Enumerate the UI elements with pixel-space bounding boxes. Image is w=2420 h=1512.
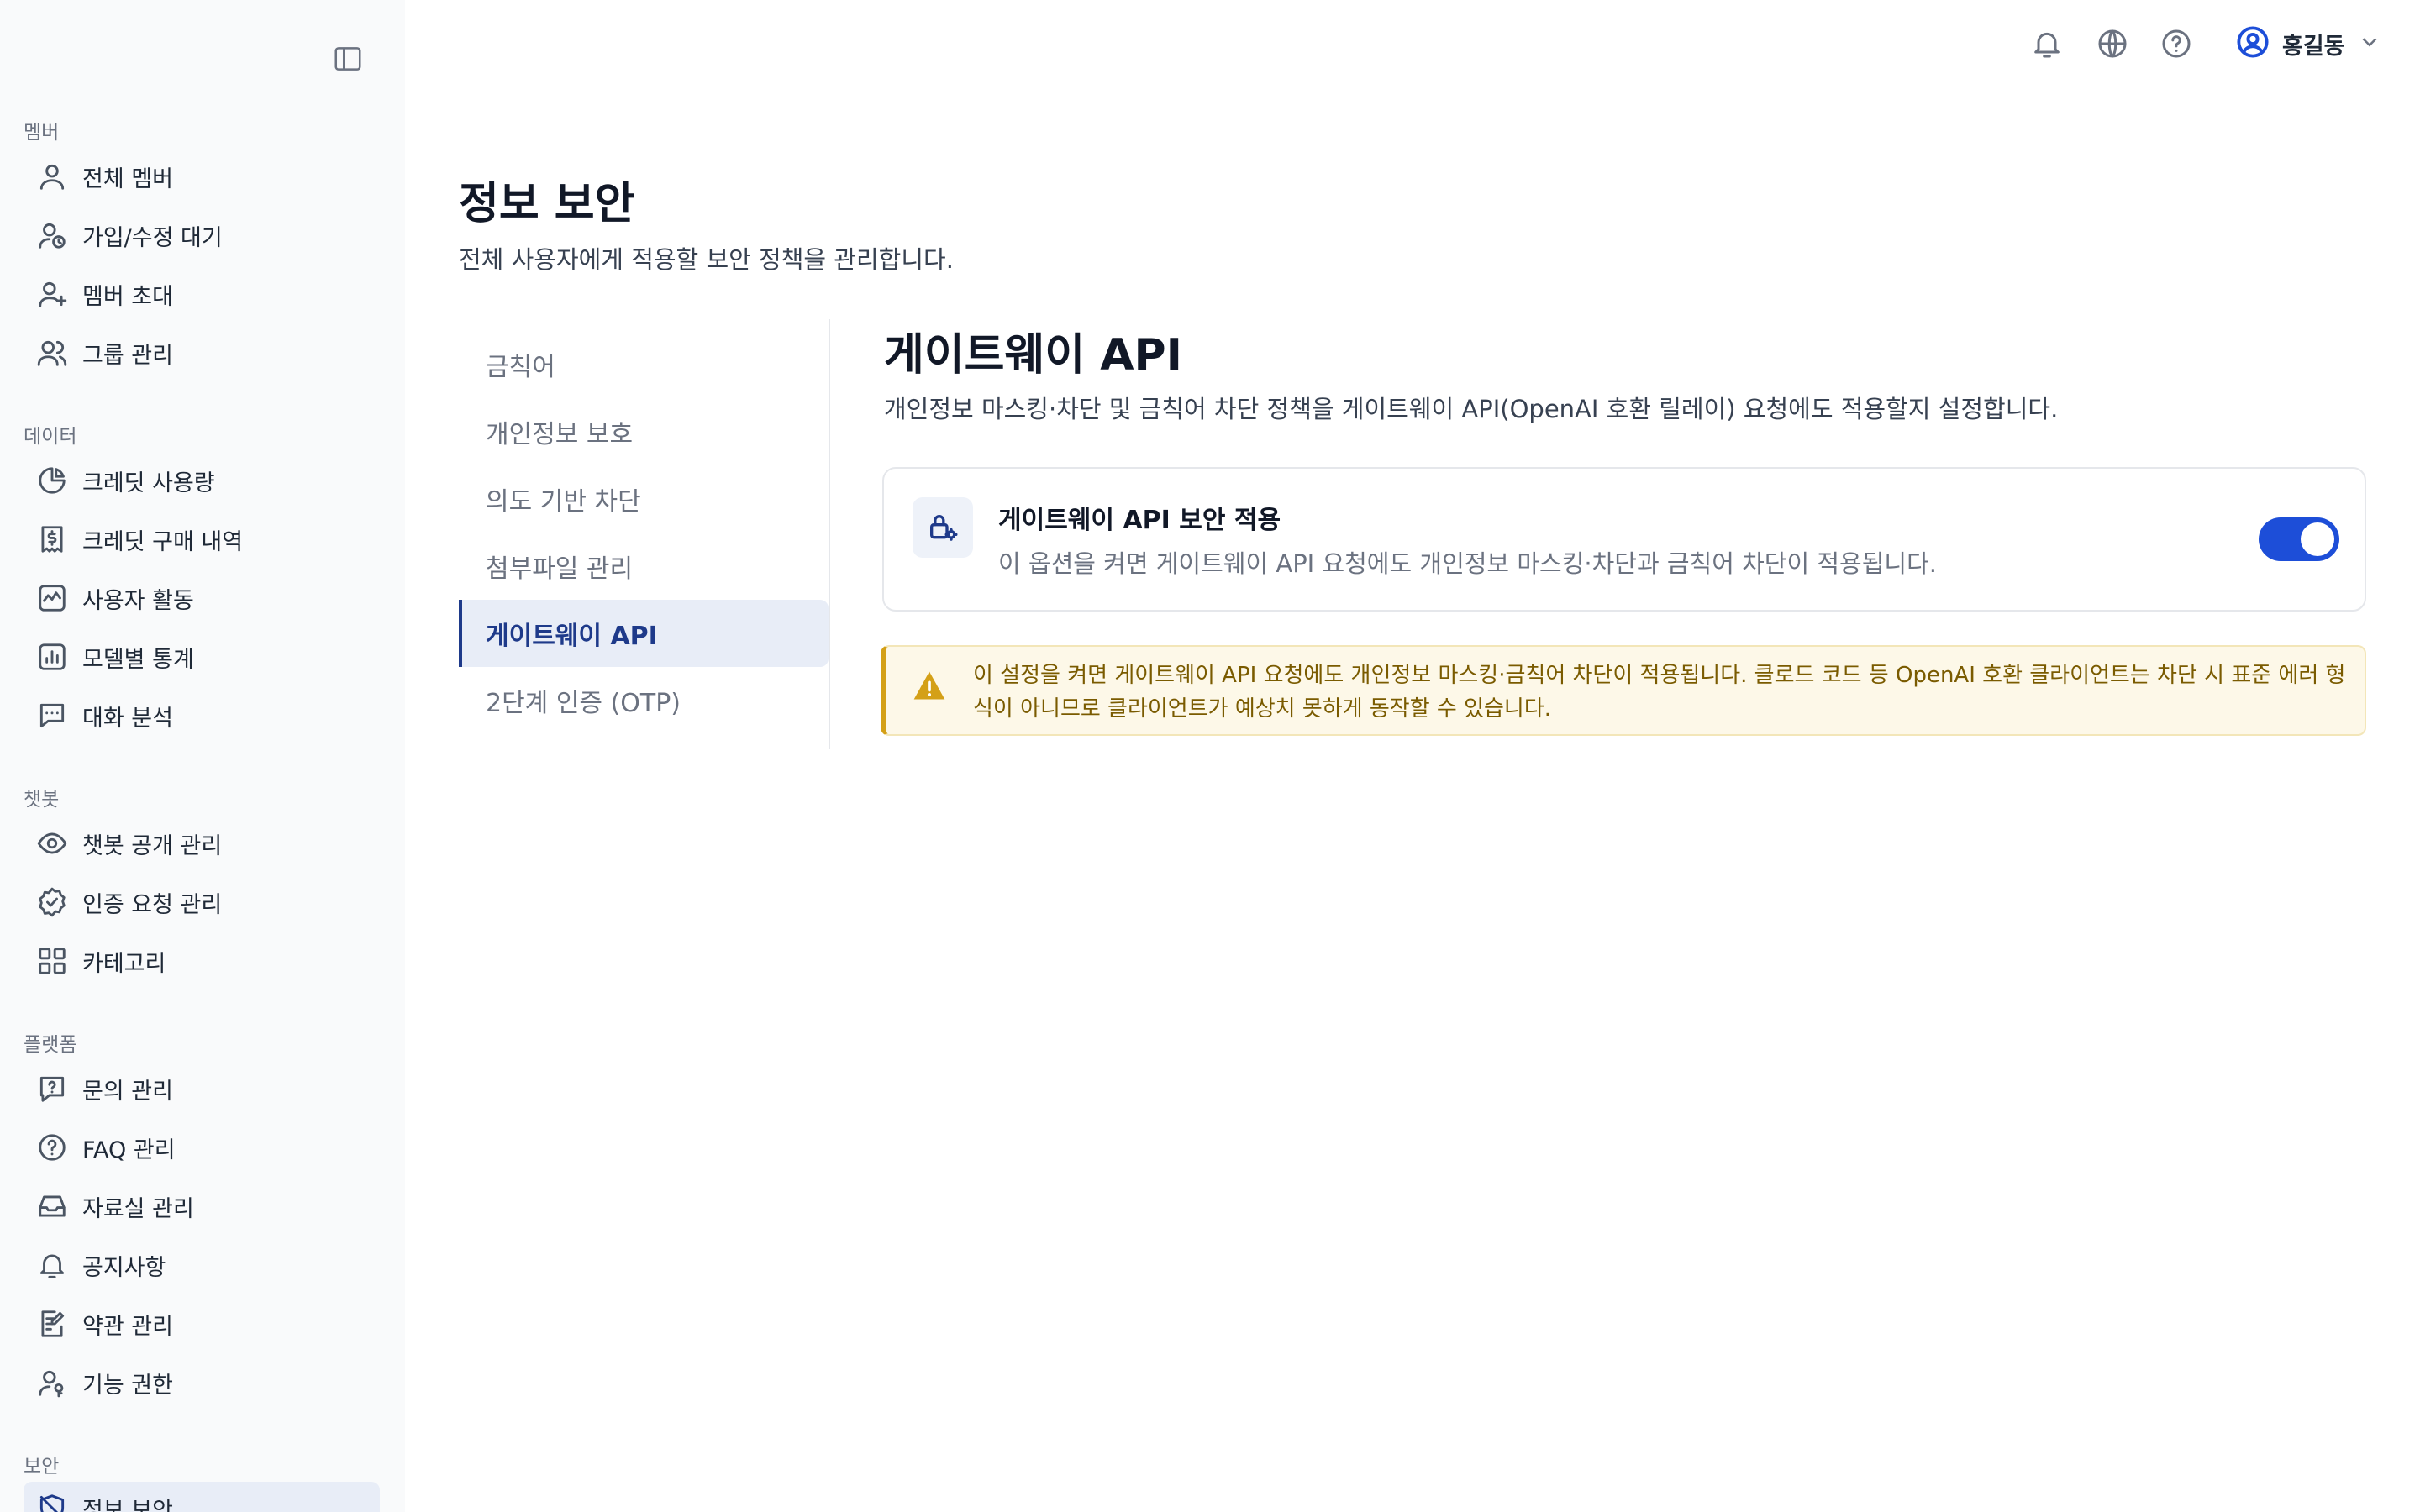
sidebar-item-category[interactable]: 카테고리: [24, 935, 380, 987]
sidebar-item-label: 크레딧 구매 내역: [82, 528, 244, 555]
grid-icon: [35, 944, 69, 978]
sidebar-item-label: 사용자 활동: [82, 587, 194, 614]
group-label-security: 보안: [24, 1456, 60, 1478]
page-subtitle: 전체 사용자에게 적용할 보안 정책을 관리합니다.: [459, 245, 954, 274]
badge-check-icon: [35, 885, 69, 919]
lock-gear-icon: [913, 497, 973, 558]
sidebar-item-archive[interactable]: 자료실 관리: [24, 1180, 380, 1232]
sidebar-item-label: 자료실 관리: [82, 1195, 194, 1222]
section-title: 게이트웨이 API: [884, 330, 1183, 381]
sidebar-item-label: 멤버 초대: [82, 283, 173, 310]
toggle-knob: [2301, 522, 2334, 556]
shield-icon: [35, 1491, 69, 1512]
sidebar-item-label: FAQ 관리: [82, 1137, 176, 1163]
document-edit-icon: [35, 1307, 69, 1341]
sidebar-item-label: 대화 분석: [82, 705, 173, 732]
message-question-icon: [35, 1072, 69, 1105]
sidebar-item-notice[interactable]: 공지사항: [24, 1239, 380, 1291]
sidebar-item-pending[interactable]: 가입/수정 대기: [24, 209, 380, 261]
inbox-icon: [35, 1189, 69, 1223]
sidebar-item-chat-analysis[interactable]: 대화 분석: [24, 690, 380, 742]
warning-text: 이 설정을 켜면 게이트웨이 API 요청에도 개인정보 마스킹·금칙어 차단이…: [973, 663, 2346, 722]
notification-bell-icon[interactable]: [2028, 25, 2065, 62]
sidebar-item-label: 인증 요청 관리: [82, 891, 223, 918]
setting-title: 게이트웨이 API 보안 적용: [998, 506, 1281, 535]
sidebar-item-label: 카테고리: [82, 950, 166, 977]
sidebar-toggle-icon[interactable]: [328, 39, 368, 79]
user-key-icon: [35, 1366, 69, 1399]
activity-icon: [35, 581, 69, 615]
sidebar-item-label: 정보 보안: [82, 1497, 173, 1512]
sidebar-item-credit-usage[interactable]: 크레딧 사용량: [24, 454, 380, 507]
help-icon[interactable]: [2158, 25, 2195, 62]
setting-description: 이 옵션을 켜면 게이트웨이 API 요청에도 개인정보 마스킹·차단과 금칙어…: [998, 549, 1937, 578]
tab-otp[interactable]: 2단계 인증 (OTP): [459, 667, 829, 734]
warning-alert: 이 설정을 켜면 게이트웨이 API 요청에도 개인정보 마스킹·금칙어 차단이…: [881, 645, 2366, 736]
help-circle-icon: [35, 1131, 69, 1164]
bar-chart-icon: [35, 640, 69, 674]
globe-icon[interactable]: [2094, 25, 2131, 62]
user-name: 홍길동: [2282, 33, 2345, 60]
user-menu[interactable]: 홍길동: [2235, 24, 2382, 64]
security-subnav: 금칙어 개인정보 보호 의도 기반 차단 첨부파일 관리 게이트웨이 API 2…: [459, 319, 830, 749]
user-plus-icon: [35, 277, 69, 311]
sidebar-item-label: 약관 관리: [82, 1313, 173, 1340]
sidebar-item-terms[interactable]: 약관 관리: [24, 1298, 380, 1350]
gateway-security-toggle[interactable]: [2259, 517, 2339, 561]
user-icon: [35, 160, 69, 193]
pie-chart-icon: [35, 464, 69, 497]
section-description: 개인정보 마스킹·차단 및 금칙어 차단 정책을 게이트웨이 API(OpenA…: [884, 395, 2059, 423]
sidebar-item-label: 가입/수정 대기: [82, 224, 223, 251]
sidebar-item-inquiry[interactable]: 문의 관리: [24, 1063, 380, 1115]
chat-icon: [35, 699, 69, 732]
sidebar-item-verification[interactable]: 인증 요청 관리: [24, 876, 380, 928]
sidebar-item-groups[interactable]: 그룹 관리: [24, 327, 380, 379]
sidebar-item-label: 전체 멤버: [82, 165, 173, 192]
tab-attachments[interactable]: 첨부파일 관리: [459, 533, 829, 600]
sidebar-item-faq[interactable]: FAQ 관리: [24, 1121, 380, 1173]
group-label-data: 데이터: [24, 426, 77, 448]
tab-intent-block[interactable]: 의도 기반 차단: [459, 465, 829, 533]
sidebar-item-label: 그룹 관리: [82, 342, 173, 369]
group-label-member: 멤버: [24, 122, 60, 144]
sidebar-item-label: 크레딧 사용량: [82, 470, 215, 496]
sidebar-item-label: 챗봇 공개 관리: [82, 832, 223, 859]
group-label-platform: 플랫폼: [24, 1034, 77, 1056]
user-avatar-icon: [2235, 24, 2270, 63]
sidebar-item-model-stats[interactable]: 모델별 통계: [24, 631, 380, 683]
users-icon: [35, 336, 69, 370]
sidebar-item-label: 공지사항: [82, 1254, 166, 1281]
sidebar-item-chatbot-public[interactable]: 챗봇 공개 관리: [24, 817, 380, 869]
sidebar-item-invite[interactable]: 멤버 초대: [24, 268, 380, 320]
sidebar-item-label: 모델별 통계: [82, 646, 194, 673]
gateway-security-setting-card: 게이트웨이 API 보안 적용 이 옵션을 켜면 게이트웨이 API 요청에도 …: [882, 467, 2366, 612]
receipt-dollar-icon: [35, 522, 69, 556]
sidebar-item-credit-purchase[interactable]: 크레딧 구매 내역: [24, 513, 380, 565]
sidebar-item-all-members[interactable]: 전체 멤버: [24, 150, 380, 202]
sidebar-item-permissions[interactable]: 기능 권한: [24, 1357, 380, 1409]
bell-icon: [35, 1248, 69, 1282]
sidebar-item-info-security[interactable]: 정보 보안: [24, 1482, 380, 1512]
sidebar-item-label: 기능 권한: [82, 1372, 173, 1399]
warning-triangle-icon: [911, 667, 948, 704]
group-label-chatbot: 챗봇: [24, 789, 60, 811]
tab-privacy[interactable]: 개인정보 보호: [459, 398, 829, 465]
eye-icon: [35, 827, 69, 860]
sidebar: 멤버 전체 멤버 가입/수정 대기 멤버 초대 그룹 관리 데이터 크레딧 사용…: [0, 0, 405, 1512]
tab-banned-words[interactable]: 금칙어: [459, 331, 829, 398]
sidebar-item-label: 문의 관리: [82, 1078, 173, 1105]
sidebar-item-user-activity[interactable]: 사용자 활동: [24, 572, 380, 624]
chevron-down-icon: [2345, 29, 2382, 58]
page-title: 정보 보안: [459, 179, 635, 229]
user-clock-icon: [35, 218, 69, 252]
tab-gateway-api[interactable]: 게이트웨이 API: [459, 600, 829, 667]
